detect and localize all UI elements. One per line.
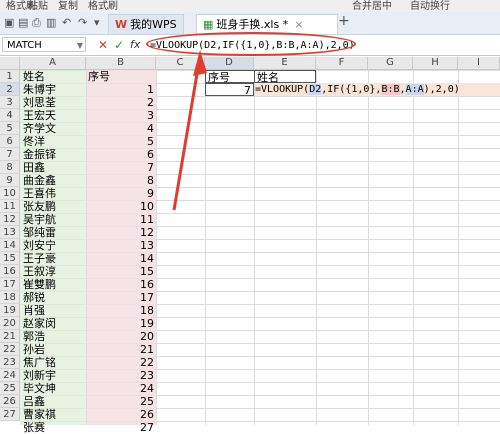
arrow-shaft (172, 55, 202, 211)
arrow-head-icon (193, 50, 207, 76)
annotation-arrow (172, 50, 207, 211)
